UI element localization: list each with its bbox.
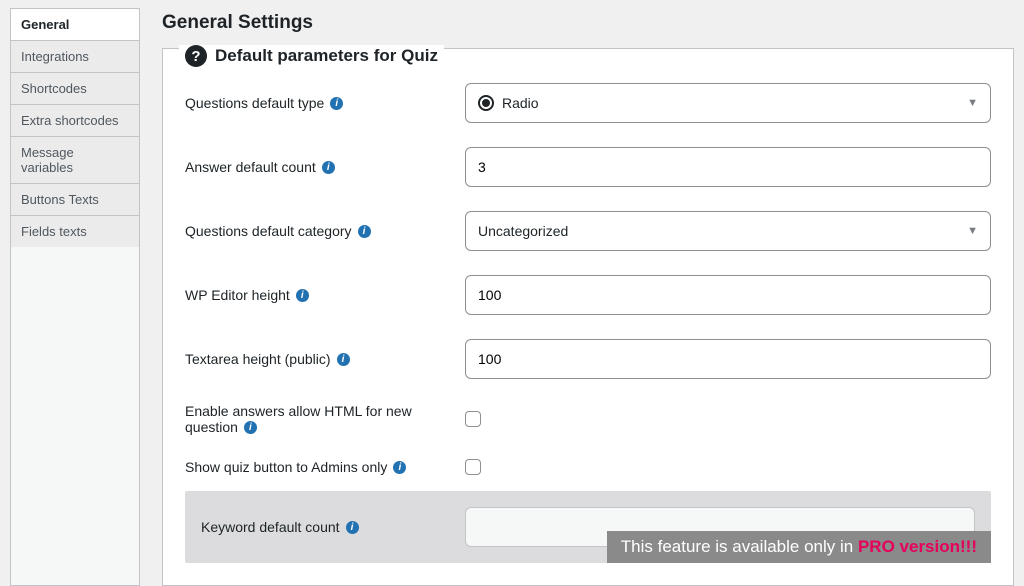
tab-general[interactable]: General (11, 9, 139, 41)
tab-message-variables[interactable]: Message variables (11, 137, 139, 184)
pro-locked-block: Keyword default count i This feature is … (185, 491, 991, 563)
label-allow-html-line1: Enable answers allow HTML for new (185, 403, 412, 419)
info-icon[interactable]: i (358, 225, 371, 238)
info-icon[interactable]: i (346, 521, 359, 534)
label-keyword-count: Keyword default count (201, 519, 340, 535)
label-admins-only: Show quiz button to Admins only (185, 459, 387, 475)
tab-shortcodes[interactable]: Shortcodes (11, 73, 139, 105)
select-question-category-value: Uncategorized (478, 223, 568, 239)
info-icon[interactable]: i (330, 97, 343, 110)
label-wp-editor-height: WP Editor height (185, 287, 290, 303)
input-textarea-height[interactable] (465, 339, 991, 379)
help-icon[interactable]: ? (185, 45, 207, 67)
tab-fields-texts[interactable]: Fields texts (11, 216, 139, 247)
label-allow-html-line2: question (185, 419, 238, 435)
info-icon[interactable]: i (322, 161, 335, 174)
label-answer-count: Answer default count (185, 159, 316, 175)
label-question-category: Questions default category (185, 223, 352, 239)
checkbox-admins-only[interactable] (465, 459, 481, 475)
tab-extra-shortcodes[interactable]: Extra shortcodes (11, 105, 139, 137)
select-question-type[interactable]: Radio ▼ (465, 83, 991, 123)
input-answer-count[interactable] (465, 147, 991, 187)
tab-buttons-texts[interactable]: Buttons Texts (11, 184, 139, 216)
chevron-down-icon: ▼ (967, 97, 978, 109)
input-wp-editor-height[interactable] (465, 275, 991, 315)
panel-default-parameters: ? Default parameters for Quiz Questions … (162, 48, 1014, 586)
select-question-category[interactable]: Uncategorized ▼ (465, 211, 991, 251)
info-icon[interactable]: i (244, 421, 257, 434)
checkbox-allow-html[interactable] (465, 411, 481, 427)
pro-banner[interactable]: This feature is available only in PRO ve… (607, 531, 991, 563)
page-title: General Settings (162, 8, 1014, 48)
tab-integrations[interactable]: Integrations (11, 41, 139, 73)
settings-tabs: General Integrations Shortcodes Extra sh… (10, 8, 140, 586)
info-icon[interactable]: i (337, 353, 350, 366)
panel-legend: Default parameters for Quiz (215, 46, 438, 66)
info-icon[interactable]: i (393, 461, 406, 474)
select-question-type-value: Radio (502, 95, 539, 111)
chevron-down-icon: ▼ (967, 225, 978, 237)
label-question-type: Questions default type (185, 95, 324, 111)
info-icon[interactable]: i (296, 289, 309, 302)
label-textarea-height: Textarea height (public) (185, 351, 331, 367)
radio-icon (478, 95, 494, 111)
